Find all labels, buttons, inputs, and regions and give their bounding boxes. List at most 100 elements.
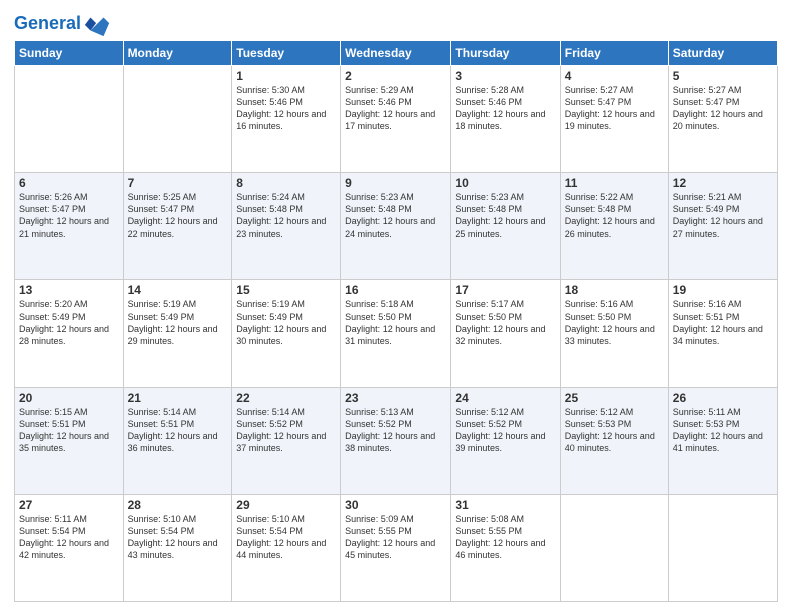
day-number: 13 bbox=[19, 283, 119, 297]
day-number: 22 bbox=[236, 391, 336, 405]
calendar-week-row: 1Sunrise: 5:30 AM Sunset: 5:46 PM Daylig… bbox=[15, 66, 778, 173]
calendar-cell: 1Sunrise: 5:30 AM Sunset: 5:46 PM Daylig… bbox=[232, 66, 341, 173]
calendar-cell: 4Sunrise: 5:27 AM Sunset: 5:47 PM Daylig… bbox=[560, 66, 668, 173]
day-info: Sunrise: 5:30 AM Sunset: 5:46 PM Dayligh… bbox=[236, 84, 336, 133]
weekday-header-thursday: Thursday bbox=[451, 41, 560, 66]
calendar-week-row: 27Sunrise: 5:11 AM Sunset: 5:54 PM Dayli… bbox=[15, 494, 778, 601]
day-number: 23 bbox=[345, 391, 446, 405]
day-info: Sunrise: 5:13 AM Sunset: 5:52 PM Dayligh… bbox=[345, 406, 446, 455]
weekday-header-tuesday: Tuesday bbox=[232, 41, 341, 66]
calendar-week-row: 20Sunrise: 5:15 AM Sunset: 5:51 PM Dayli… bbox=[15, 387, 778, 494]
day-number: 9 bbox=[345, 176, 446, 190]
day-number: 25 bbox=[565, 391, 664, 405]
calendar-week-row: 6Sunrise: 5:26 AM Sunset: 5:47 PM Daylig… bbox=[15, 173, 778, 280]
day-info: Sunrise: 5:18 AM Sunset: 5:50 PM Dayligh… bbox=[345, 298, 446, 347]
day-number: 27 bbox=[19, 498, 119, 512]
day-info: Sunrise: 5:19 AM Sunset: 5:49 PM Dayligh… bbox=[128, 298, 228, 347]
calendar-cell: 27Sunrise: 5:11 AM Sunset: 5:54 PM Dayli… bbox=[15, 494, 124, 601]
calendar-cell: 12Sunrise: 5:21 AM Sunset: 5:49 PM Dayli… bbox=[668, 173, 777, 280]
day-info: Sunrise: 5:16 AM Sunset: 5:51 PM Dayligh… bbox=[673, 298, 773, 347]
day-number: 12 bbox=[673, 176, 773, 190]
day-number: 31 bbox=[455, 498, 555, 512]
calendar-cell: 14Sunrise: 5:19 AM Sunset: 5:49 PM Dayli… bbox=[123, 280, 232, 387]
day-number: 18 bbox=[565, 283, 664, 297]
page: General SundayMondayTuesdayWednesdayThur… bbox=[0, 0, 792, 612]
day-info: Sunrise: 5:23 AM Sunset: 5:48 PM Dayligh… bbox=[455, 191, 555, 240]
day-number: 14 bbox=[128, 283, 228, 297]
day-number: 5 bbox=[673, 69, 773, 83]
calendar-cell: 13Sunrise: 5:20 AM Sunset: 5:49 PM Dayli… bbox=[15, 280, 124, 387]
weekday-header-friday: Friday bbox=[560, 41, 668, 66]
day-info: Sunrise: 5:11 AM Sunset: 5:53 PM Dayligh… bbox=[673, 406, 773, 455]
day-info: Sunrise: 5:17 AM Sunset: 5:50 PM Dayligh… bbox=[455, 298, 555, 347]
calendar-cell: 6Sunrise: 5:26 AM Sunset: 5:47 PM Daylig… bbox=[15, 173, 124, 280]
calendar-cell: 5Sunrise: 5:27 AM Sunset: 5:47 PM Daylig… bbox=[668, 66, 777, 173]
calendar-cell bbox=[668, 494, 777, 601]
day-number: 11 bbox=[565, 176, 664, 190]
day-info: Sunrise: 5:16 AM Sunset: 5:50 PM Dayligh… bbox=[565, 298, 664, 347]
day-info: Sunrise: 5:19 AM Sunset: 5:49 PM Dayligh… bbox=[236, 298, 336, 347]
calendar-cell bbox=[123, 66, 232, 173]
day-number: 17 bbox=[455, 283, 555, 297]
calendar-cell: 20Sunrise: 5:15 AM Sunset: 5:51 PM Dayli… bbox=[15, 387, 124, 494]
calendar-cell: 3Sunrise: 5:28 AM Sunset: 5:46 PM Daylig… bbox=[451, 66, 560, 173]
day-info: Sunrise: 5:08 AM Sunset: 5:55 PM Dayligh… bbox=[455, 513, 555, 562]
calendar-cell bbox=[15, 66, 124, 173]
calendar-body: 1Sunrise: 5:30 AM Sunset: 5:46 PM Daylig… bbox=[15, 66, 778, 602]
calendar-cell: 7Sunrise: 5:25 AM Sunset: 5:47 PM Daylig… bbox=[123, 173, 232, 280]
day-number: 24 bbox=[455, 391, 555, 405]
calendar-cell: 9Sunrise: 5:23 AM Sunset: 5:48 PM Daylig… bbox=[341, 173, 451, 280]
day-info: Sunrise: 5:21 AM Sunset: 5:49 PM Dayligh… bbox=[673, 191, 773, 240]
day-info: Sunrise: 5:22 AM Sunset: 5:48 PM Dayligh… bbox=[565, 191, 664, 240]
calendar-cell: 19Sunrise: 5:16 AM Sunset: 5:51 PM Dayli… bbox=[668, 280, 777, 387]
day-number: 10 bbox=[455, 176, 555, 190]
day-number: 16 bbox=[345, 283, 446, 297]
calendar-cell: 28Sunrise: 5:10 AM Sunset: 5:54 PM Dayli… bbox=[123, 494, 232, 601]
calendar-cell: 30Sunrise: 5:09 AM Sunset: 5:55 PM Dayli… bbox=[341, 494, 451, 601]
day-number: 6 bbox=[19, 176, 119, 190]
logo: General bbox=[14, 10, 111, 34]
weekday-header-saturday: Saturday bbox=[668, 41, 777, 66]
calendar-cell: 15Sunrise: 5:19 AM Sunset: 5:49 PM Dayli… bbox=[232, 280, 341, 387]
calendar-cell: 18Sunrise: 5:16 AM Sunset: 5:50 PM Dayli… bbox=[560, 280, 668, 387]
day-info: Sunrise: 5:20 AM Sunset: 5:49 PM Dayligh… bbox=[19, 298, 119, 347]
logo-text: General bbox=[14, 14, 81, 34]
calendar-cell: 29Sunrise: 5:10 AM Sunset: 5:54 PM Dayli… bbox=[232, 494, 341, 601]
day-info: Sunrise: 5:09 AM Sunset: 5:55 PM Dayligh… bbox=[345, 513, 446, 562]
day-number: 19 bbox=[673, 283, 773, 297]
calendar-cell: 22Sunrise: 5:14 AM Sunset: 5:52 PM Dayli… bbox=[232, 387, 341, 494]
calendar-cell bbox=[560, 494, 668, 601]
day-info: Sunrise: 5:15 AM Sunset: 5:51 PM Dayligh… bbox=[19, 406, 119, 455]
day-info: Sunrise: 5:23 AM Sunset: 5:48 PM Dayligh… bbox=[345, 191, 446, 240]
day-number: 4 bbox=[565, 69, 664, 83]
day-info: Sunrise: 5:10 AM Sunset: 5:54 PM Dayligh… bbox=[128, 513, 228, 562]
calendar-cell: 2Sunrise: 5:29 AM Sunset: 5:46 PM Daylig… bbox=[341, 66, 451, 173]
day-number: 28 bbox=[128, 498, 228, 512]
day-number: 29 bbox=[236, 498, 336, 512]
day-info: Sunrise: 5:14 AM Sunset: 5:51 PM Dayligh… bbox=[128, 406, 228, 455]
day-number: 2 bbox=[345, 69, 446, 83]
day-number: 7 bbox=[128, 176, 228, 190]
day-number: 30 bbox=[345, 498, 446, 512]
day-info: Sunrise: 5:24 AM Sunset: 5:48 PM Dayligh… bbox=[236, 191, 336, 240]
logo-icon bbox=[83, 10, 111, 38]
day-info: Sunrise: 5:25 AM Sunset: 5:47 PM Dayligh… bbox=[128, 191, 228, 240]
day-info: Sunrise: 5:26 AM Sunset: 5:47 PM Dayligh… bbox=[19, 191, 119, 240]
calendar-cell: 17Sunrise: 5:17 AM Sunset: 5:50 PM Dayli… bbox=[451, 280, 560, 387]
day-number: 21 bbox=[128, 391, 228, 405]
calendar-header-row: SundayMondayTuesdayWednesdayThursdayFrid… bbox=[15, 41, 778, 66]
day-info: Sunrise: 5:10 AM Sunset: 5:54 PM Dayligh… bbox=[236, 513, 336, 562]
day-number: 1 bbox=[236, 69, 336, 83]
day-info: Sunrise: 5:27 AM Sunset: 5:47 PM Dayligh… bbox=[565, 84, 664, 133]
day-number: 8 bbox=[236, 176, 336, 190]
header: General bbox=[14, 10, 778, 34]
day-info: Sunrise: 5:12 AM Sunset: 5:53 PM Dayligh… bbox=[565, 406, 664, 455]
weekday-header-wednesday: Wednesday bbox=[341, 41, 451, 66]
day-info: Sunrise: 5:27 AM Sunset: 5:47 PM Dayligh… bbox=[673, 84, 773, 133]
calendar-week-row: 13Sunrise: 5:20 AM Sunset: 5:49 PM Dayli… bbox=[15, 280, 778, 387]
day-number: 3 bbox=[455, 69, 555, 83]
day-number: 15 bbox=[236, 283, 336, 297]
day-info: Sunrise: 5:28 AM Sunset: 5:46 PM Dayligh… bbox=[455, 84, 555, 133]
day-info: Sunrise: 5:29 AM Sunset: 5:46 PM Dayligh… bbox=[345, 84, 446, 133]
calendar-cell: 25Sunrise: 5:12 AM Sunset: 5:53 PM Dayli… bbox=[560, 387, 668, 494]
